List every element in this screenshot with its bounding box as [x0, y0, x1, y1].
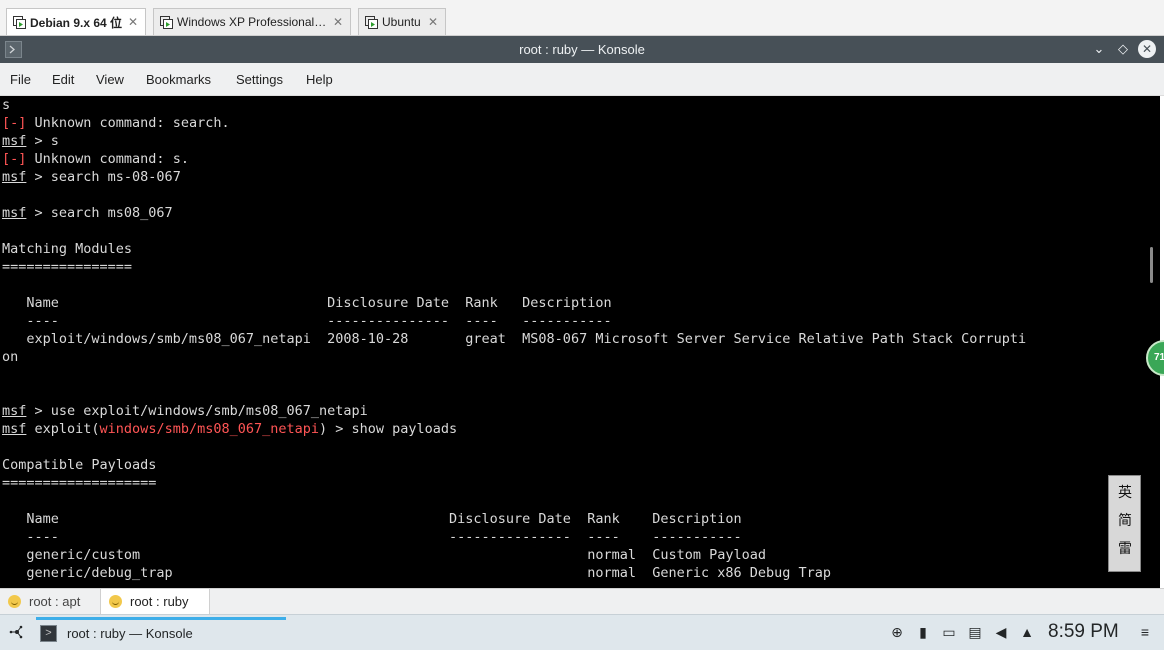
close-icon[interactable]: ✕ [127, 15, 139, 29]
vm-icon [365, 15, 378, 29]
terminal-line: msf > search ms08_067 [2, 205, 173, 221]
window-title: root : ruby — Konsole [519, 42, 645, 57]
task-label: root : ruby — Konsole [67, 626, 193, 641]
terminal-line: Matching Modules [2, 241, 133, 257]
watermark-char: 简 [1118, 513, 1132, 529]
terminal-line: s [2, 97, 11, 113]
menu-edit[interactable]: Edit [52, 72, 74, 87]
window-titlebar[interactable]: root : ruby — Konsole ⌄ ◇ ✕ [0, 36, 1164, 63]
terminal-line: ================ [2, 259, 133, 275]
session-tab-label: root : ruby [130, 594, 189, 609]
terminal-line: msf > use exploit/windows/smb/ms08_067_n… [2, 403, 368, 419]
usb-icon[interactable]: ▮ [914, 623, 932, 641]
volume-muted-icon[interactable]: ◀ [992, 623, 1010, 641]
terminal-line: [-] Unknown command: s. [2, 151, 189, 167]
session-tab-bar: root : apt root : ruby [0, 588, 1164, 614]
vm-tab-label: Windows XP Professional No P… [177, 15, 328, 29]
vm-icon [160, 15, 173, 29]
vm-tab-label: Ubuntu [382, 15, 421, 29]
menu-bar: File Edit View Bookmarks Settings Help [0, 63, 1164, 96]
terminal-line: generic/custom normal Custom Payload [2, 547, 767, 563]
terminal-line: =================== [2, 475, 157, 491]
vm-icon [13, 15, 26, 29]
taskbar: > root : ruby — Konsole ⊕ ▮ ▭ ▤ ◀ ▲ 8:59… [0, 614, 1164, 650]
terminal-line: exploit/windows/smb/ms08_067_netapi 2008… [2, 331, 1027, 347]
terminal-line: msf > s [2, 133, 59, 149]
terminal-line: ---- --------------- ---- ----------- [2, 313, 612, 329]
network-icon[interactable]: ⊕ [888, 623, 906, 641]
maximize-button[interactable]: ◇ [1114, 40, 1132, 58]
terminal-line: generic/debug_trap normal Generic x86 De… [2, 565, 832, 581]
close-icon[interactable]: ✕ [427, 15, 439, 29]
smiley-icon [109, 595, 122, 608]
menu-view[interactable]: View [96, 72, 124, 87]
menu-help[interactable]: Help [306, 72, 333, 87]
terminal-line: ---- --------------- ---- ----------- [2, 529, 742, 545]
terminal-icon: > [40, 625, 57, 642]
scrollbar[interactable] [1150, 247, 1153, 283]
clock[interactable]: 8:59 PM [1048, 621, 1119, 643]
vm-tab-ubuntu[interactable]: Ubuntu ✕ [358, 8, 446, 35]
menu-settings[interactable]: Settings [236, 72, 283, 87]
smiley-icon [8, 595, 21, 608]
expand-tray-icon[interactable]: ▲ [1018, 623, 1036, 641]
terminal-line: Name Disclosure Date Rank Description [2, 511, 742, 527]
terminal-line: [-] Unknown command: search. [2, 115, 230, 131]
application-launcher-icon[interactable] [9, 624, 25, 640]
display-icon[interactable]: ▭ [940, 623, 958, 641]
clipboard-icon[interactable]: ▤ [966, 623, 984, 641]
minimize-button[interactable]: ⌄ [1090, 40, 1108, 58]
menu-icon[interactable]: ≡ [1136, 623, 1154, 641]
terminal-line: msf exploit(windows/smb/ms08_067_netapi)… [2, 421, 458, 437]
menu-bookmarks[interactable]: Bookmarks [146, 72, 211, 87]
vm-tab-label: Debian 9.x 64 位 [30, 15, 123, 30]
menu-file[interactable]: File [10, 72, 31, 87]
vm-tab-bar: Debian 9.x 64 位 ✕ Windows XP Professiona… [0, 0, 1164, 36]
session-tab-apt[interactable]: root : apt [0, 589, 100, 614]
terminal-line: msf > search ms-08-067 [2, 169, 181, 185]
close-icon[interactable]: ✕ [332, 15, 344, 29]
watermark-char: 雷 [1118, 541, 1132, 557]
terminal-output[interactable]: s [-] Unknown command: search. msf > s [… [0, 96, 1160, 588]
watermark-logo: 英 简 雷 [1108, 475, 1141, 572]
terminal-line: Compatible Payloads [2, 457, 157, 473]
terminal-line: Name Disclosure Date Rank Description [2, 295, 612, 311]
vm-tab-windows-xp[interactable]: Windows XP Professional No P… ✕ [153, 8, 351, 35]
session-tab-label: root : apt [29, 594, 81, 609]
session-tab-ruby[interactable]: root : ruby [100, 589, 210, 614]
terminal-line: on [2, 349, 19, 365]
watermark-char: 英 [1118, 485, 1132, 501]
close-button[interactable]: ✕ [1138, 40, 1156, 58]
task-konsole[interactable]: > root : ruby — Konsole [36, 617, 286, 647]
vm-tab-debian[interactable]: Debian 9.x 64 位 ✕ [6, 8, 146, 35]
